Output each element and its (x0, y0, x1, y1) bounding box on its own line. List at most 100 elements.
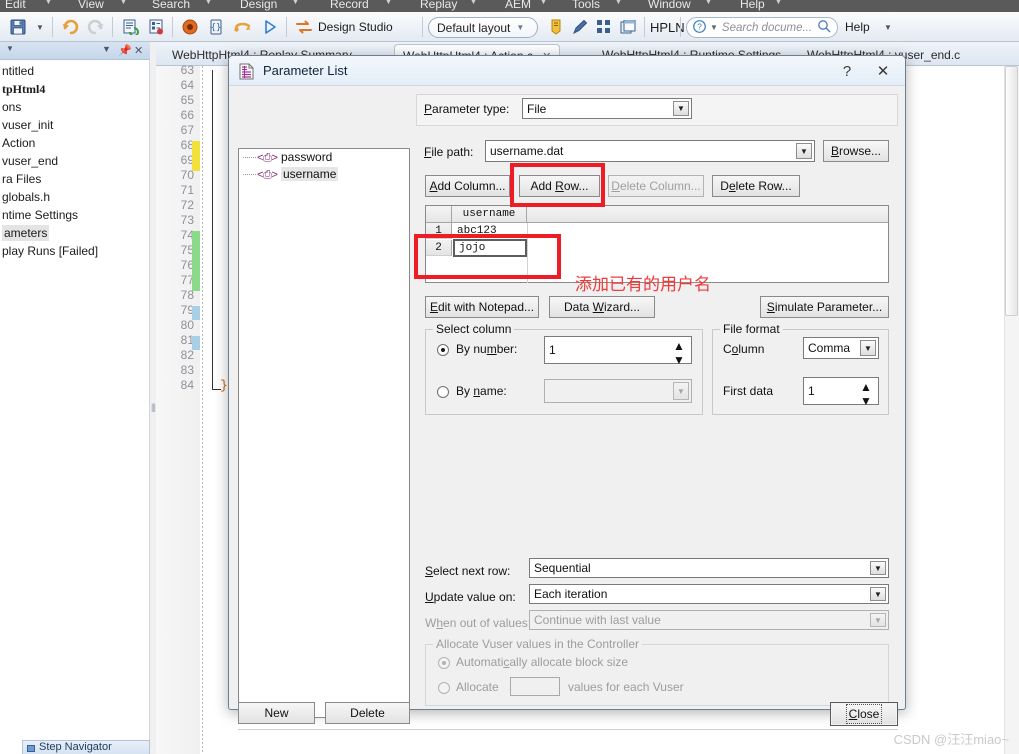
redo-icon[interactable] (84, 16, 108, 38)
chevron-down-icon[interactable]: ▼ (796, 143, 812, 159)
help-menu-caret-icon[interactable]: ▼ (880, 16, 896, 38)
spinner-down-icon[interactable]: ▼ (673, 353, 685, 367)
parameter-node-username[interactable]: <⎙> username (239, 166, 409, 183)
tree-item-extra-files[interactable]: ra Files (0, 170, 150, 188)
scrollbar-thumb[interactable] (1005, 66, 1018, 316)
save-icon[interactable] (6, 16, 30, 38)
record-icon[interactable] (178, 16, 202, 38)
design-studio-button[interactable]: Design Studio (318, 16, 393, 38)
menu-item-view[interactable]: View (78, 0, 104, 11)
default-layout-pill[interactable]: Default layout ▼ (428, 17, 538, 38)
pin-icon[interactable]: 📌 (118, 44, 132, 57)
chevron-down-icon[interactable]: ▼ (870, 561, 886, 575)
panel-menu-caret-icon[interactable]: ▼ (6, 44, 14, 53)
annotation-box-add-row (510, 163, 605, 207)
close-button[interactable]: Close (830, 702, 898, 726)
menu-item-window[interactable]: Window (648, 0, 691, 11)
menu-item-record[interactable]: Record (330, 0, 369, 11)
tree-item-action[interactable]: Action (0, 134, 150, 152)
close-icon[interactable]: ✕ (134, 44, 143, 57)
parameter-type-combo[interactable]: File ▼ (522, 98, 692, 119)
tree-item-vuser-end[interactable]: vuser_end (0, 152, 150, 170)
menu-item-tools[interactable]: Tools (572, 0, 600, 11)
tree-connector (243, 174, 256, 175)
grid-column-header[interactable]: username (452, 206, 527, 222)
by-number-spinner[interactable]: ▲ ▼ (673, 339, 689, 367)
tree-item-globals-h[interactable]: globals.h (0, 188, 150, 206)
edit-with-notepad-button[interactable]: Edit with Notepad... (425, 296, 539, 318)
column-format-combo[interactable]: Comma ▼ (803, 337, 879, 359)
menu-item-help[interactable]: Help (740, 0, 765, 11)
parameter-details-pane: Parameter type: File ▼ File path: userna… (416, 94, 898, 718)
menu-item-replay[interactable]: Replay (420, 0, 457, 11)
save-dropdown-icon[interactable]: ▼ (32, 16, 48, 38)
spinner-up-icon[interactable]: ▲ (673, 339, 685, 353)
run-icon[interactable] (258, 16, 282, 38)
help-menu[interactable]: Help (845, 16, 870, 38)
search-icon[interactable] (817, 19, 831, 36)
delete-row-button[interactable]: Delete Row... (712, 175, 800, 197)
by-name-radio[interactable] (437, 386, 449, 398)
grid-apps-icon[interactable] (593, 16, 615, 38)
allocate-suffix-label: values for each Vuser (568, 680, 684, 694)
search-documentation[interactable]: ? ▼ Search docume... (686, 17, 838, 38)
file-path-combo[interactable]: username.dat ▼ (485, 140, 815, 162)
by-name-combo[interactable]: ▼ (544, 379, 692, 403)
window-copy-icon[interactable] (617, 16, 639, 38)
by-number-radio[interactable] (437, 344, 449, 356)
menu-item-search[interactable]: Search (152, 0, 190, 11)
first-data-spinner[interactable]: ▲ ▼ (860, 380, 876, 408)
tree-item-webhttphtml4[interactable]: tpHtml4 (0, 80, 150, 98)
browse-button[interactable]: Browse... (823, 140, 889, 162)
menu-item-design[interactable]: Design (240, 0, 277, 11)
undo-icon[interactable] (58, 16, 82, 38)
tree-item-untitled[interactable]: ntitled (0, 62, 150, 80)
dialog-title-bar[interactable]: Parameter List ? ✕ (229, 56, 905, 86)
bookmark-icon[interactable] (545, 16, 567, 38)
search-input[interactable]: Search docume... (722, 22, 812, 34)
new-parameter-button[interactable]: New (238, 702, 315, 724)
tree-item-parameters[interactable]: ameters (0, 224, 150, 242)
tree-item-runtime-settings[interactable]: ntime Settings (0, 206, 150, 224)
compile-icon[interactable]: {} (204, 16, 228, 38)
data-wizard-button[interactable]: Data Wizard... (549, 296, 655, 318)
simulate-parameter-button[interactable]: Simulate Parameter... (760, 296, 889, 318)
chevron-down-icon[interactable]: ▼ (860, 340, 876, 356)
script-properties-icon[interactable] (144, 16, 168, 38)
parameter-node-password[interactable]: <⎙> password (239, 149, 409, 166)
allocate-group-label: Allocate Vuser values in the Controller (433, 637, 642, 651)
code-fold-bar (212, 70, 213, 390)
replay-loop-icon[interactable] (230, 16, 256, 38)
splitter-grip-icon: ||| (151, 402, 156, 412)
first-data-label: First data (723, 384, 774, 398)
design-studio-icon[interactable] (292, 16, 316, 38)
panel-dropdown-icon[interactable]: ▼ (102, 44, 111, 54)
spinner-up-icon[interactable]: ▲ (860, 380, 872, 394)
menu-item-edit[interactable]: Edit (5, 0, 26, 11)
step-navigator-tab[interactable]: Step Navigator (22, 740, 150, 754)
select-next-row-combo[interactable]: Sequential ▼ (529, 558, 889, 578)
editor-vertical-scrollbar[interactable] (1004, 66, 1019, 754)
menu-caret-view: ▼ (120, 0, 127, 6)
by-number-input[interactable]: 1 ▲ ▼ (544, 336, 692, 367)
add-column-button[interactable]: Add Column... (425, 175, 510, 197)
pen-icon[interactable] (569, 16, 591, 38)
chevron-down-icon[interactable]: ▼ (870, 587, 886, 601)
spinner-down-icon[interactable]: ▼ (860, 394, 872, 408)
menu-item-aem[interactable]: AEM (505, 0, 531, 11)
tree-item-replay-runs[interactable]: play Runs [Failed] (0, 242, 150, 260)
parameter-tree-panel[interactable]: <⎙> password <⎙> username (238, 148, 410, 718)
tree-item-vuser-init[interactable]: vuser_init (0, 116, 150, 134)
chevron-down-icon[interactable]: ▼ (673, 382, 689, 400)
delete-parameter-button[interactable]: Delete (325, 702, 410, 724)
script-tree[interactable]: ntitled tpHtml4 ons vuser_init Action vu… (0, 62, 150, 260)
tree-item-actions[interactable]: ons (0, 98, 150, 116)
search-scope-caret-icon[interactable]: ▼ (710, 23, 718, 32)
chevron-down-icon[interactable]: ▼ (673, 101, 689, 116)
dialog-help-button[interactable]: ? (835, 60, 859, 82)
regenerate-script-icon[interactable] (118, 16, 142, 38)
first-data-input[interactable]: 1 ▲ ▼ (803, 377, 879, 408)
dialog-close-button[interactable]: ✕ (871, 60, 895, 82)
manual-allocate-radio (438, 682, 450, 694)
update-value-on-combo[interactable]: Each iteration ▼ (529, 584, 889, 604)
